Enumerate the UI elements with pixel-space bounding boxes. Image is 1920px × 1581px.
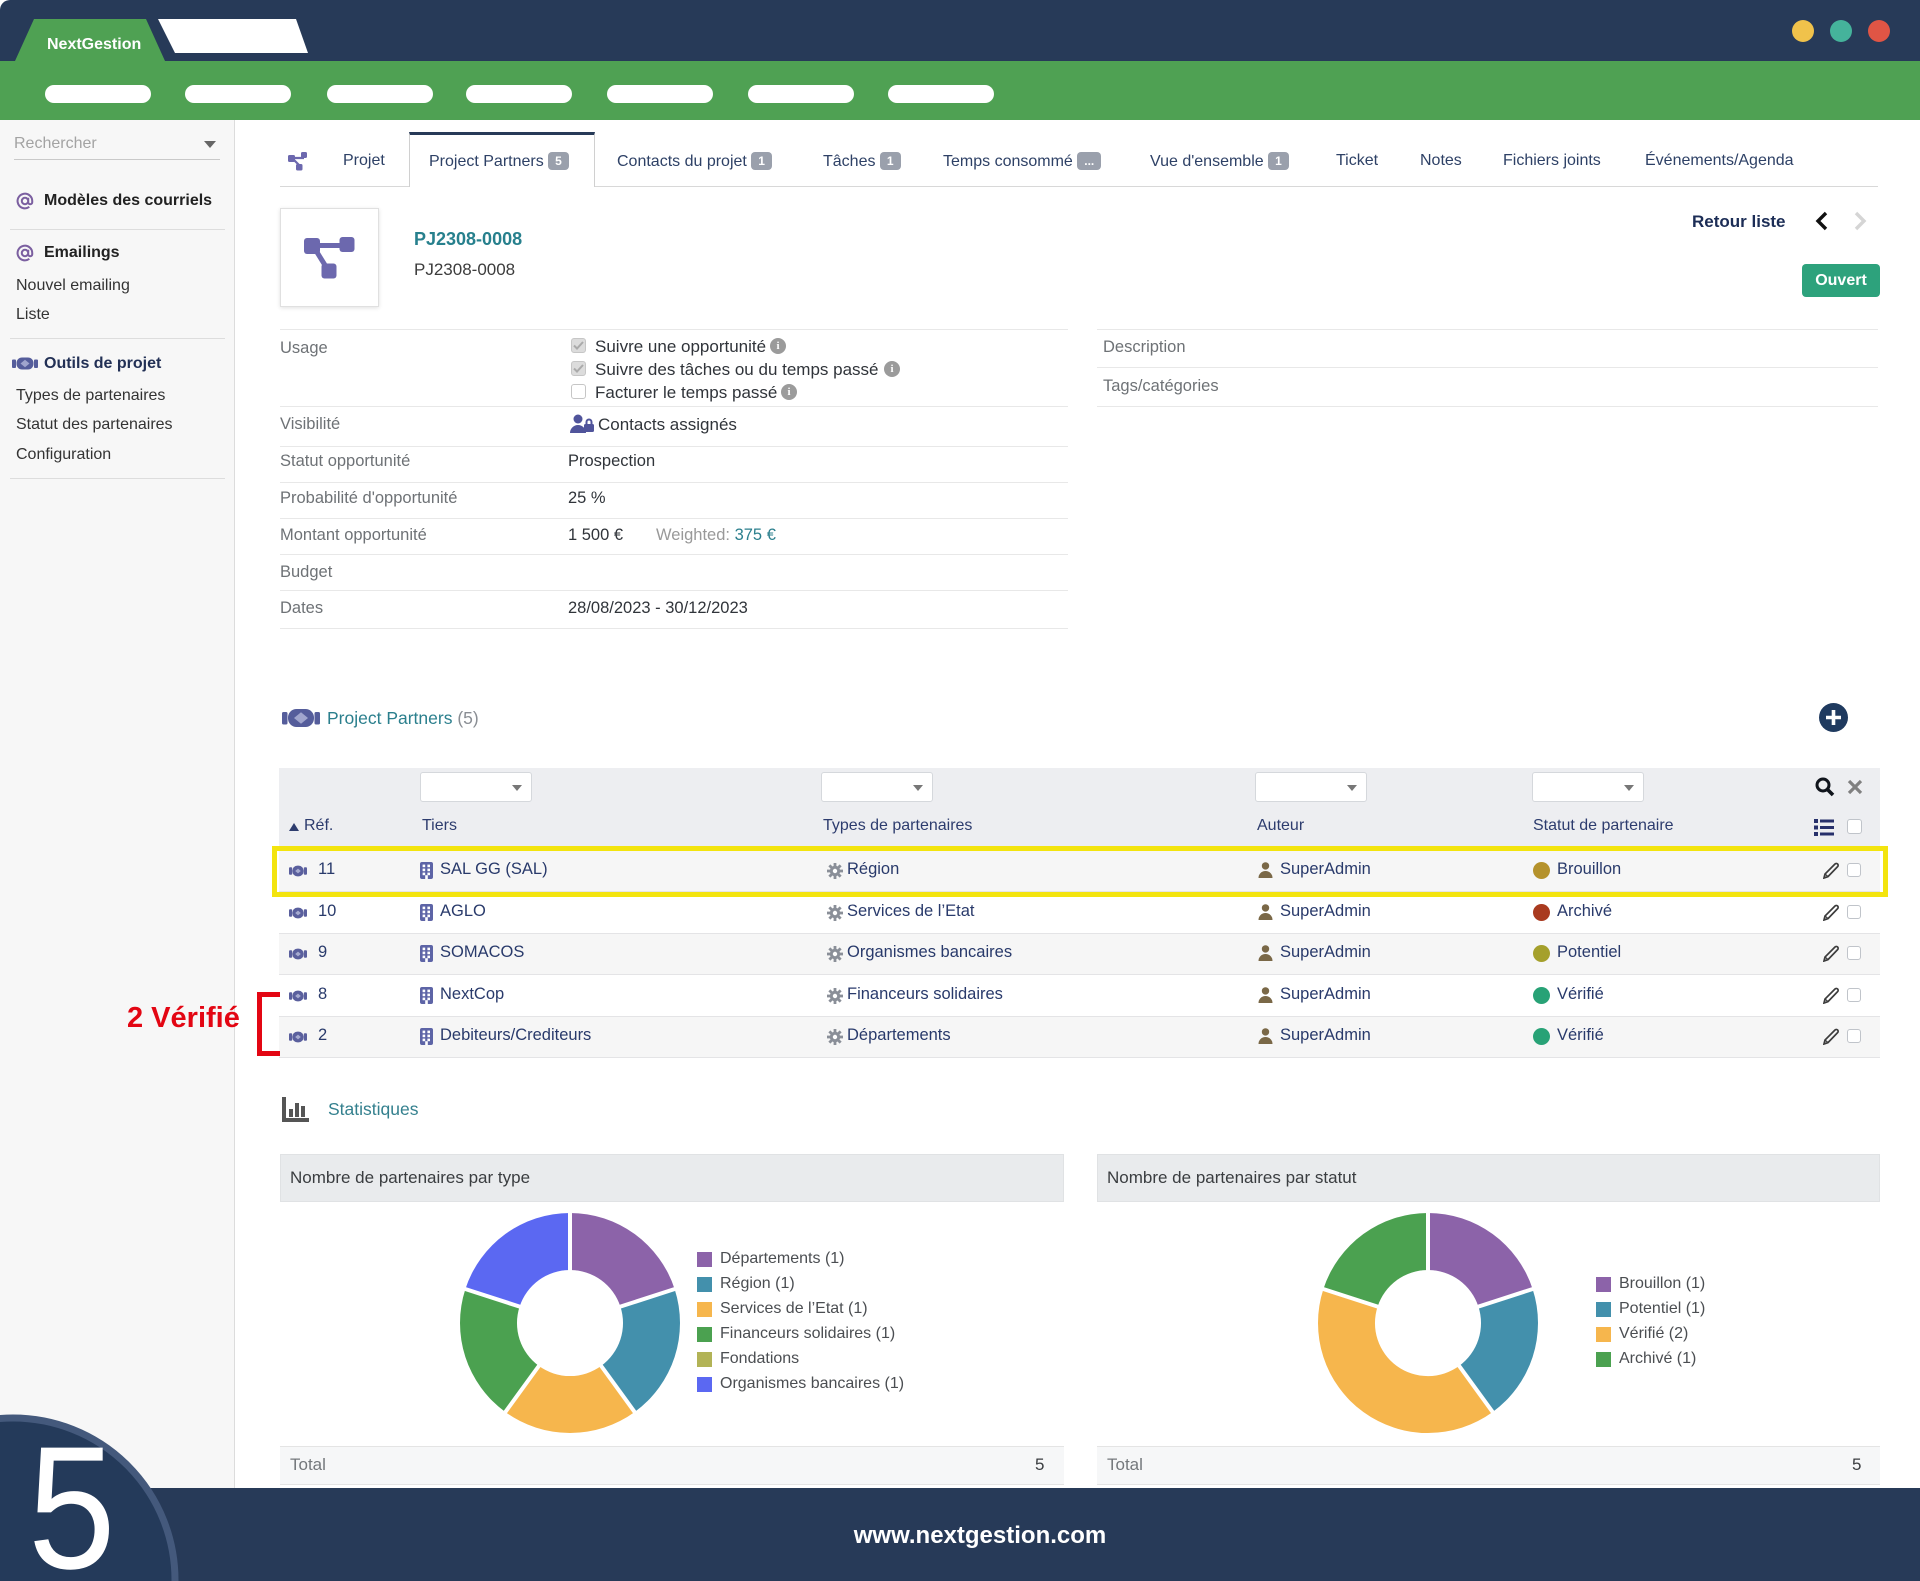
svg-text:NextGestion: NextGestion [47, 36, 141, 53]
svg-text:5: 5 [28, 1410, 116, 1581]
